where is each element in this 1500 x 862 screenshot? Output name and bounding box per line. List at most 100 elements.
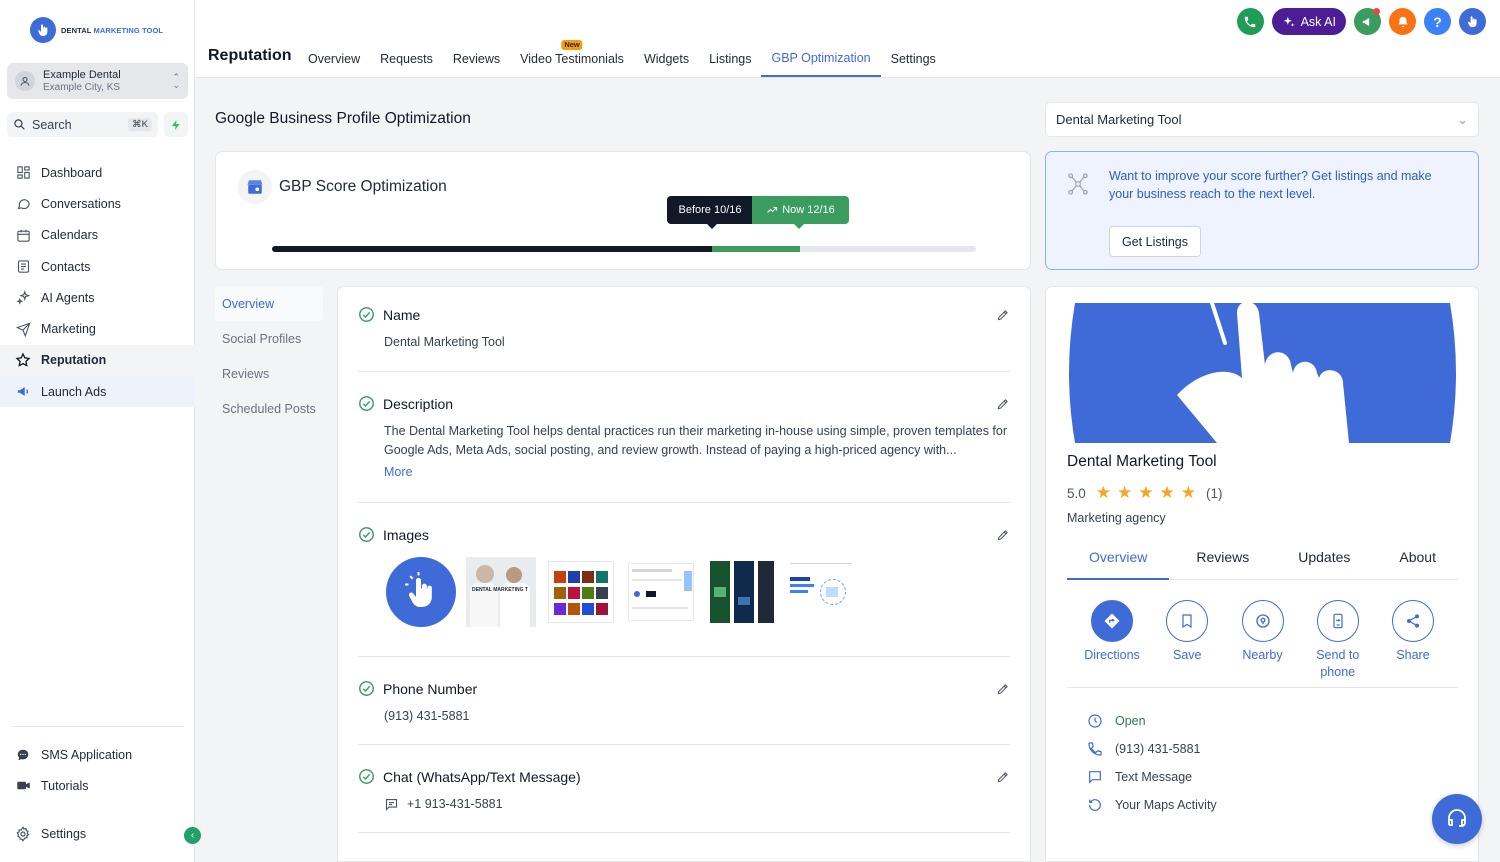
tab-label: Video Testimonials (520, 51, 624, 66)
phone-item[interactable]: (913) 431-5881 (1087, 735, 1217, 763)
check-circle-icon (359, 396, 374, 411)
promo-card: Want to improve your score further? Get … (1045, 151, 1479, 270)
image-thumbnail[interactable]: DENTAL MARKETING T (466, 557, 536, 627)
edit-name-button[interactable] (996, 308, 1010, 322)
edit-images-button[interactable] (996, 528, 1010, 542)
edit-chat-button[interactable] (996, 770, 1010, 784)
quick-action-button[interactable] (164, 112, 188, 137)
business-select[interactable]: Dental Marketing Tool ⌄ (1045, 102, 1479, 137)
tab-reviews[interactable]: Reviews (443, 40, 510, 77)
nav-item-calendars[interactable]: Calendars (0, 220, 195, 251)
side-tab-social-profiles[interactable]: Social Profiles (215, 321, 323, 356)
profile-tab-overview[interactable]: Overview (1067, 539, 1170, 580)
get-listings-button[interactable]: Get Listings (1109, 226, 1202, 257)
tab-gbp-optimization[interactable]: GBP Optimization (761, 40, 881, 77)
nav-item-sms-application[interactable]: SMS Application (0, 739, 195, 770)
image-thumbnail[interactable] (386, 557, 456, 627)
check-circle-icon (359, 527, 374, 542)
nav-item-contacts[interactable]: Contacts (0, 251, 195, 282)
send-to-phone-button[interactable]: Send to phone (1305, 600, 1371, 681)
check-circle-icon (359, 769, 374, 784)
rating-count: (1) (1206, 485, 1223, 501)
tab-listings[interactable]: Listings (699, 40, 761, 77)
maps-activity-item[interactable]: Your Maps Activity (1087, 791, 1217, 819)
ask-ai-button[interactable]: Ask AI (1271, 8, 1346, 35)
video-icon (15, 778, 31, 794)
phone-icon (1088, 742, 1102, 756)
more-link[interactable]: More (384, 465, 1010, 479)
chat-bubble-icon (15, 196, 31, 212)
search-button[interactable]: Search ⌘K (7, 112, 158, 137)
save-button[interactable]: Save (1154, 600, 1220, 681)
side-tab-overview[interactable]: Overview (215, 286, 323, 321)
search-icon (14, 119, 25, 130)
profile-tabs: Overview Reviews Updates About (1067, 539, 1458, 580)
nav-label: Reputation (41, 353, 107, 368)
side-tab-reviews[interactable]: Reviews (215, 356, 323, 391)
nav-label: Marketing (41, 322, 96, 337)
sidebar-divider (12, 726, 184, 727)
nav-item-ai-agents[interactable]: AI Agents (0, 282, 195, 313)
nav-label: Calendars (41, 228, 98, 243)
field-description: Description The Dental Marketing Tool he… (358, 395, 1010, 503)
collapse-sidebar-button[interactable]: ‹ (184, 827, 201, 844)
location-name: Example Dental (43, 68, 121, 81)
support-chat-button[interactable] (1432, 794, 1482, 844)
nav-item-marketing[interactable]: Marketing (0, 313, 195, 344)
tooltip-arrow (707, 224, 717, 229)
nav-item-conversations[interactable]: Conversations (0, 188, 195, 219)
send-to-phone-icon (1333, 613, 1343, 629)
image-thumbnail[interactable] (546, 557, 616, 627)
directions-button[interactable]: Directions (1079, 600, 1145, 681)
progress-now (712, 246, 800, 252)
field-label: Description (383, 395, 454, 412)
tab-settings[interactable]: Settings (881, 40, 946, 77)
now-score-text: Now 12/16 (782, 204, 835, 216)
phone-icon (1244, 16, 1256, 27)
profile-avatar[interactable] (1459, 8, 1486, 35)
action-label: Save (1173, 648, 1202, 662)
hand-pointer-icon (30, 17, 56, 43)
now-score-label: Now 12/16 (752, 196, 849, 224)
help-button[interactable]: ? (1424, 8, 1451, 35)
notifications-button[interactable] (1389, 8, 1416, 35)
share-button[interactable]: Share (1380, 600, 1446, 681)
edit-phone-button[interactable] (996, 682, 1010, 696)
nav-item-settings[interactable]: Settings (0, 818, 195, 849)
nav-item-reputation[interactable]: Reputation (0, 344, 195, 377)
tab-widgets[interactable]: Widgets (634, 40, 699, 77)
phone-button[interactable] (1236, 8, 1264, 35)
nearby-button[interactable]: Nearby (1230, 600, 1296, 681)
tab-requests[interactable]: Requests (370, 40, 443, 77)
hours-item[interactable]: Open (1087, 707, 1217, 735)
profile-tab-updates[interactable]: Updates (1276, 539, 1372, 580)
sparkles-icon (1283, 16, 1294, 27)
nav-item-tutorials[interactable]: Tutorials (0, 770, 195, 801)
side-tab-scheduled-posts[interactable]: Scheduled Posts (215, 391, 323, 426)
profile-tab-reviews[interactable]: Reviews (1174, 539, 1271, 580)
thumb-caption: DENTAL MARKETING T (472, 587, 528, 593)
tab-video-testimonials[interactable]: New Video Testimonials (510, 40, 634, 77)
field-name: Name Dental Marketing Tool (358, 306, 1010, 372)
profile-tab-about[interactable]: About (1377, 539, 1458, 580)
tab-overview[interactable]: Overview (298, 40, 370, 77)
brand-logo[interactable]: DENTAL MARKETING TOOL (30, 17, 163, 43)
nav-label: Contacts (41, 259, 91, 274)
text-message-item[interactable]: Text Message (1087, 763, 1217, 791)
rating-stars: ★ ★ ★ ★ ★ (1096, 483, 1196, 503)
sidebar: DENTAL MARKETING TOOL Example Dental Exa… (0, 0, 201, 862)
location-switcher[interactable]: Example Dental Example City, KS ⌃ ⌄ (7, 63, 188, 99)
rating-value: 5.0 (1067, 485, 1086, 501)
phone-value: (913) 431-5881 (1115, 742, 1201, 756)
edit-description-button[interactable] (996, 397, 1010, 411)
field-value: (913) 431-5881 (384, 709, 470, 723)
pencil-icon (997, 684, 1008, 695)
nav-item-dashboard[interactable]: Dashboard (0, 157, 195, 188)
image-thumbnail[interactable] (706, 557, 776, 627)
image-thumbnail[interactable] (786, 557, 856, 627)
field-label: Chat (WhatsApp/Text Message) (383, 768, 581, 785)
nav-item-launch-ads[interactable]: Launch Ads (0, 376, 195, 408)
google-business-icon (238, 170, 272, 204)
image-thumbnail[interactable] (626, 557, 696, 627)
announcements-button[interactable] (1354, 8, 1381, 35)
